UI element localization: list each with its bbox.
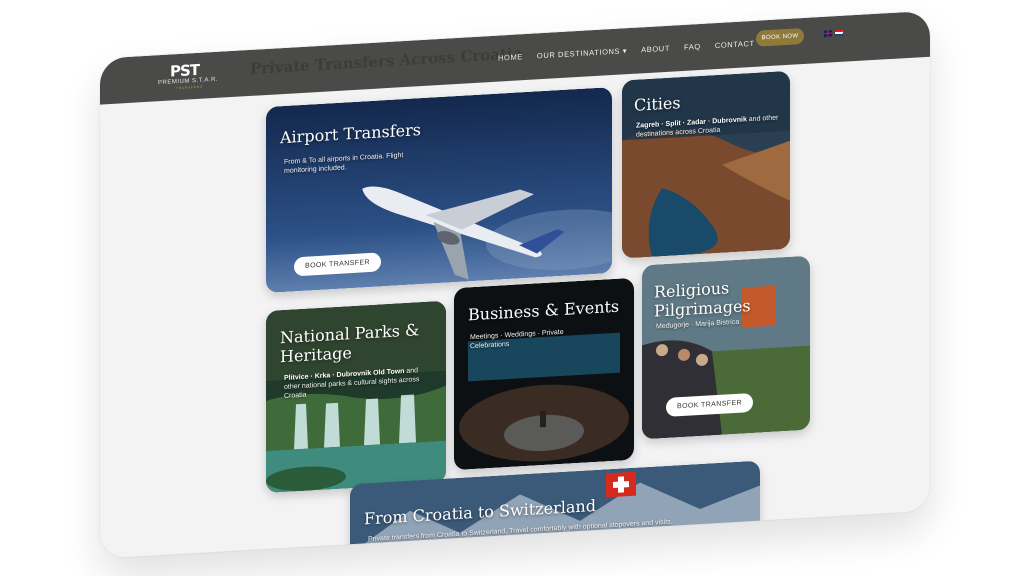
nav-our-destinations[interactable]: OUR DESTINATIONS ▾ xyxy=(537,46,627,60)
card-business-events[interactable]: Business & Events Meetings · Weddings · … xyxy=(454,277,634,471)
card-title: Cities xyxy=(634,93,681,115)
nav-about[interactable]: ABOUT xyxy=(641,44,670,55)
navbar: PST PREMIUM S.T.A.R. TRANSFERS Private T… xyxy=(100,10,930,105)
flag-uk-icon[interactable] xyxy=(824,30,832,37)
card-religious-pilgrimages[interactable]: Religious Pilgrimages Međugorje · Marija… xyxy=(642,255,810,440)
main-nav: HOME OUR DESTINATIONS ▾ ABOUT FAQ CONTAC… xyxy=(498,39,755,63)
website-page: PST PREMIUM S.T.A.R. TRANSFERS Private T… xyxy=(100,10,930,559)
hero-title-faded: Private Transfers Across Croatia xyxy=(250,44,523,78)
nav-faq[interactable]: FAQ xyxy=(684,42,701,52)
flag-croatia-icon[interactable] xyxy=(835,29,843,37)
card-airport-transfers[interactable]: Airport Transfers From & To all airports… xyxy=(266,87,612,294)
book-now-button[interactable]: BOOK NOW xyxy=(756,27,804,47)
card-cities[interactable]: Cities Zagreb · Split · Zadar · Dubrovni… xyxy=(622,70,790,259)
browser-mockup: PST PREMIUM S.T.A.R. TRANSFERS Private T… xyxy=(100,2,930,559)
nav-contact[interactable]: CONTACT xyxy=(715,39,755,50)
site-logo[interactable]: PST PREMIUM S.T.A.R. TRANSFERS xyxy=(158,59,228,93)
card-national-parks[interactable]: National Parks & Heritage Plitvice · Krk… xyxy=(266,300,446,494)
logo-subtitle: TRANSFERS xyxy=(176,84,204,91)
language-switcher xyxy=(824,29,843,37)
card-title: Religious Pilgrimages xyxy=(654,278,751,321)
nav-home[interactable]: HOME xyxy=(498,52,523,62)
